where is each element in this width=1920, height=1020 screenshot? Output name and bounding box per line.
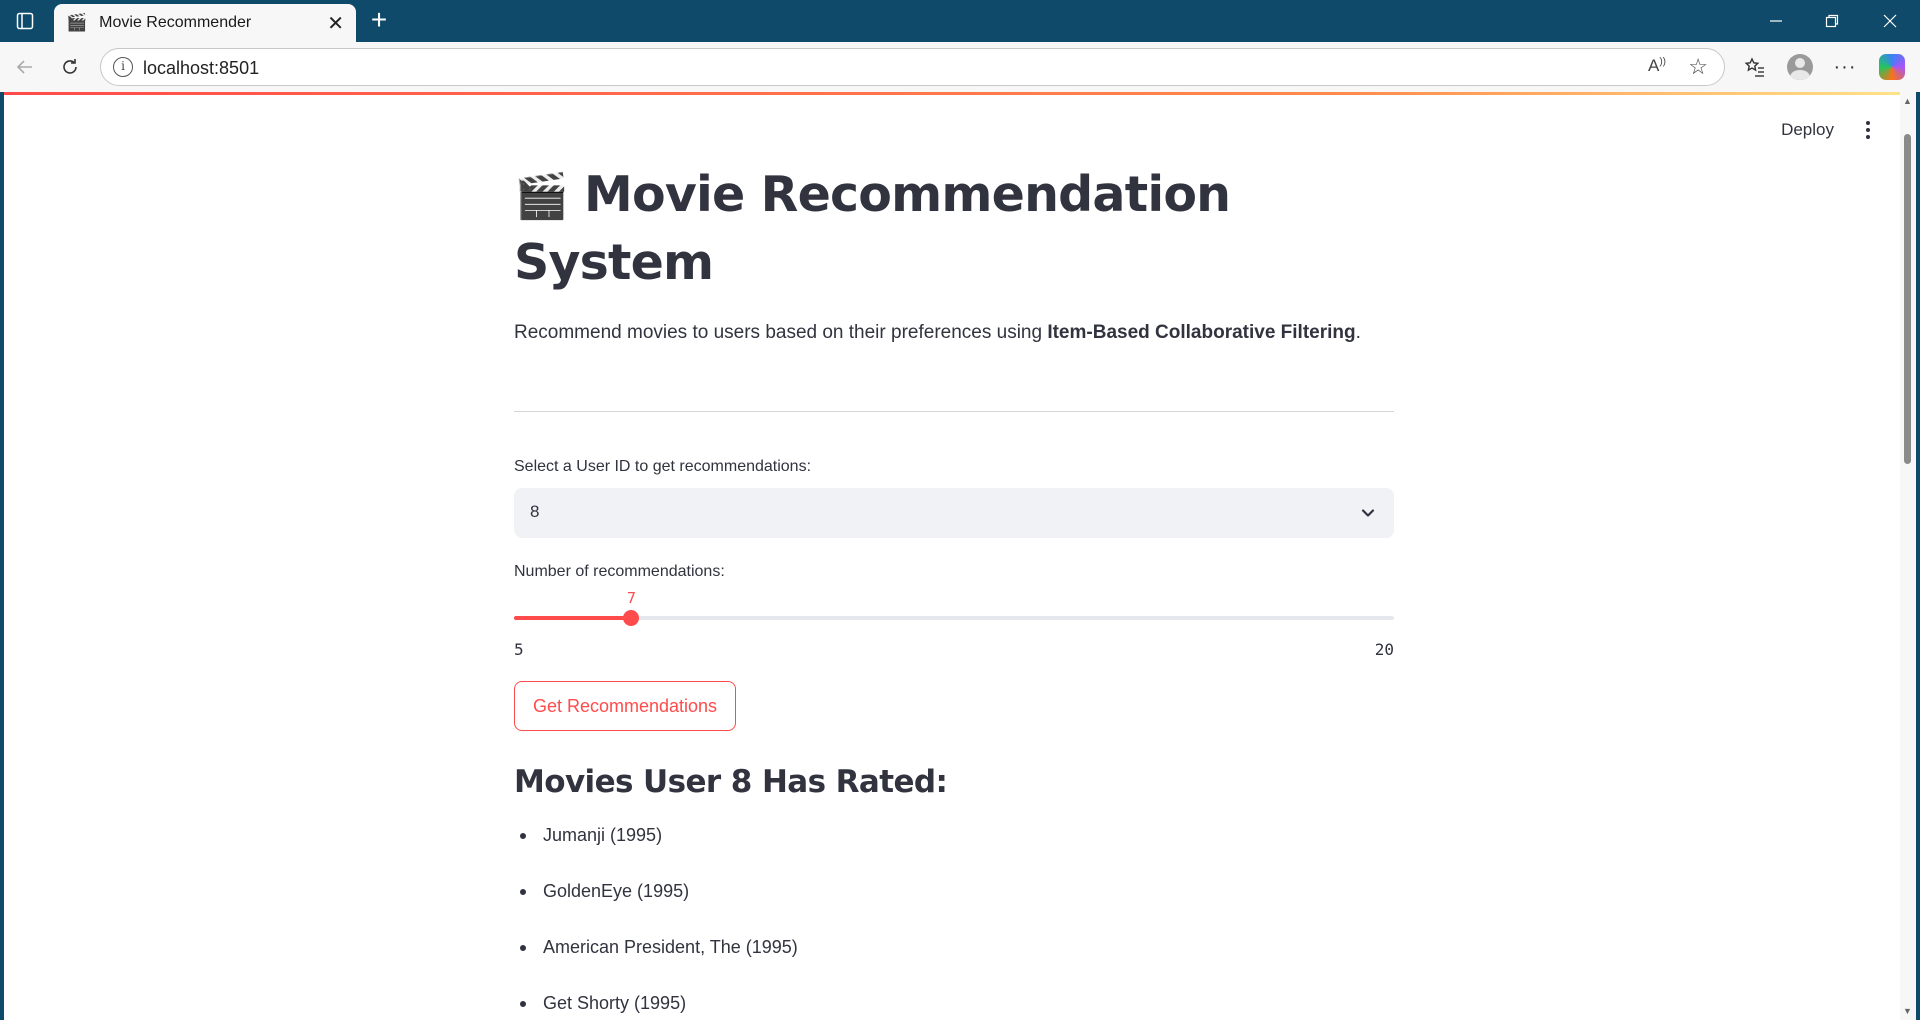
slider-min-label: 5	[514, 640, 524, 659]
tab-title: Movie Recommender	[99, 14, 252, 31]
url-text[interactable]: localhost:8501	[143, 58, 259, 79]
header-decoration	[4, 92, 1916, 95]
slider-handle[interactable]	[623, 610, 640, 626]
user-select-label: Select a User ID to get recommendations:	[514, 458, 812, 475]
refresh-icon[interactable]	[55, 52, 85, 82]
divider	[514, 411, 1394, 412]
scrollbar-thumb[interactable]	[1904, 134, 1911, 464]
list-item: Jumanji (1995)	[514, 823, 798, 879]
read-aloud-icon[interactable]: A))	[1648, 56, 1666, 76]
favorites-icon[interactable]	[1740, 52, 1770, 82]
tab-actions-icon[interactable]	[10, 8, 40, 34]
rated-movies-heading: Movies User 8 Has Rated:	[514, 764, 948, 800]
user-id-select[interactable]: 8	[514, 488, 1394, 538]
browser-tab-strip: 🎬 Movie Recommender ✕ +	[0, 0, 1920, 42]
rated-movies-list: Jumanji (1995) GoldenEye (1995) American…	[514, 823, 798, 1020]
chevron-down-icon	[1361, 509, 1375, 517]
back-icon[interactable]	[10, 52, 40, 82]
description-bold: Item-Based Collaborative Filtering	[1047, 322, 1356, 343]
list-item: American President, The (1995)	[514, 935, 798, 991]
site-info-icon[interactable]: i	[113, 57, 133, 77]
more-options-icon[interactable]: ···	[1830, 52, 1860, 82]
get-recommendations-button[interactable]: Get Recommendations	[514, 681, 736, 731]
list-item: Get Shorty (1995)	[514, 991, 798, 1020]
new-tab-icon[interactable]: +	[364, 6, 394, 36]
favorite-star-icon[interactable]: ☆	[1688, 54, 1708, 80]
slider-label: Number of recommendations:	[514, 563, 725, 580]
description-prefix: Recommend movies to users based on their…	[514, 322, 1048, 343]
restore-icon[interactable]	[1804, 0, 1860, 42]
page-title: 🎬 Movie Recommendation System	[514, 162, 1394, 296]
description: Recommend movies to users based on their…	[514, 322, 1361, 344]
list-item: GoldenEye (1995)	[514, 879, 798, 935]
address-bar[interactable]: i localhost:8501 A)) ☆	[100, 48, 1725, 86]
page-viewport: Deploy 🎬 Movie Recommendation System Reco…	[4, 92, 1916, 1020]
slider-fill	[514, 616, 632, 620]
recommendations-slider[interactable]	[514, 610, 1394, 626]
scroll-down-icon[interactable]: ▼	[1903, 1006, 1912, 1016]
user-id-value: 8	[530, 502, 540, 521]
page-title-text: Movie Recommendation System	[514, 166, 1231, 291]
close-tab-icon[interactable]: ✕	[327, 11, 344, 36]
deploy-button[interactable]: Deploy	[1781, 120, 1834, 140]
main-menu-icon[interactable]	[1858, 116, 1878, 144]
close-window-icon[interactable]	[1862, 0, 1918, 42]
browser-tab[interactable]: 🎬 Movie Recommender ✕	[54, 4, 356, 42]
copilot-icon[interactable]	[1877, 52, 1907, 82]
scrollbar[interactable]: ▲ ▼	[1900, 92, 1916, 1020]
description-suffix: .	[1355, 322, 1361, 343]
slider-max-label: 20	[1374, 640, 1394, 659]
clapperboard-icon: 🎬	[514, 171, 569, 222]
slider-value: 7	[626, 589, 636, 607]
minimize-icon[interactable]	[1748, 0, 1804, 42]
scroll-up-icon[interactable]: ▲	[1903, 96, 1912, 106]
browser-toolbar: i localhost:8501 A)) ☆ ···	[0, 42, 1920, 92]
clapperboard-icon: 🎬	[66, 13, 88, 32]
profile-avatar-icon[interactable]	[1785, 52, 1815, 82]
